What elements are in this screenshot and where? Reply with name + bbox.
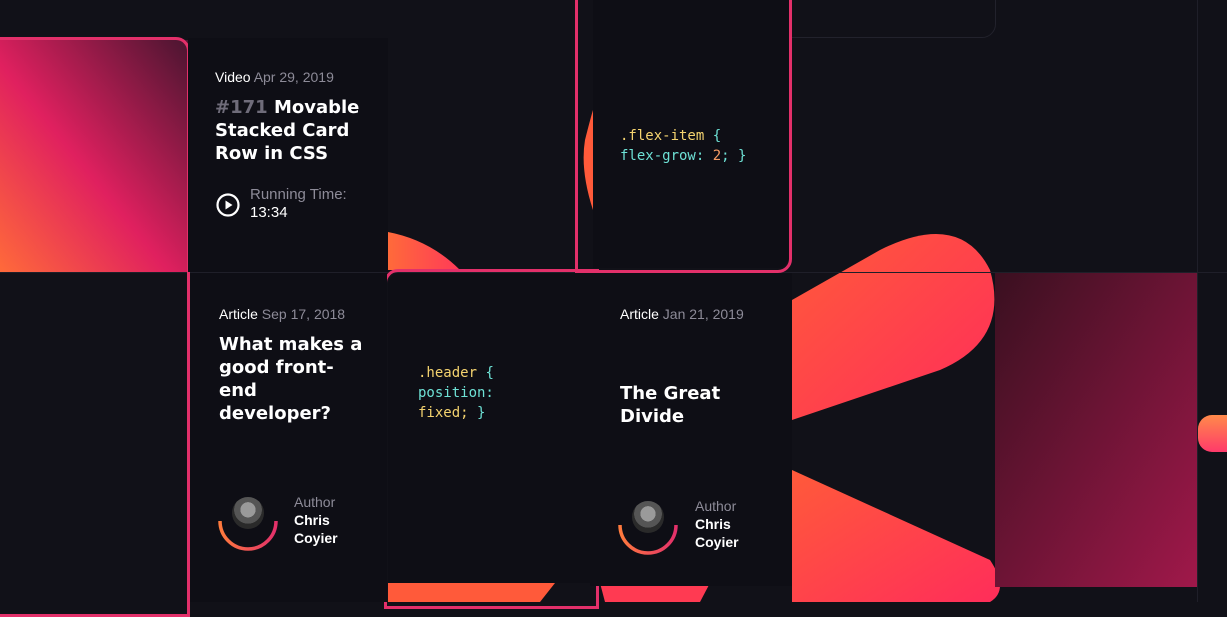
code-value: fixed; (418, 405, 469, 421)
code-brace: ; } (721, 148, 747, 164)
code-card-header: .header { position: fixed; } (388, 273, 590, 583)
code-snippet: .header { position: fixed; } (418, 363, 494, 423)
title-line: Row in CSS (215, 143, 329, 164)
video-meta: Video Apr 29, 2019 (215, 69, 334, 85)
code-brace: { (485, 365, 494, 381)
code-value: 2 (712, 148, 722, 164)
video-number: #171 (215, 97, 268, 118)
card-date: Sep 17, 2018 (261, 306, 346, 322)
article-meta: Article Sep 17, 2018 (219, 306, 345, 322)
code-property: flex-grow: (620, 148, 705, 164)
article-card[interactable]: Article Sep 17, 2018 What makes a good f… (190, 273, 387, 602)
author-avatar[interactable] (618, 495, 678, 555)
title-line: Movable (273, 97, 360, 118)
video-title[interactable]: #171 Movable Stacked Card Row in CSS (215, 96, 385, 165)
play-circle-icon[interactable] (215, 192, 241, 218)
scroll-thumb[interactable] (1198, 415, 1227, 452)
article-meta: Article Jan 21, 2019 (620, 306, 744, 322)
title-line: Stacked Card (215, 120, 350, 141)
running-time-value: 13:34 (250, 204, 288, 221)
author-first-name: Chris (695, 516, 731, 532)
card-kind: Article (219, 306, 258, 322)
title-line: good front- (219, 357, 334, 378)
video-card[interactable]: Video Apr 29, 2019 #171 Movable Stacked … (188, 38, 388, 272)
running-time-label: Running Time: (250, 186, 347, 203)
author-info[interactable]: Author Chris Coyier (695, 497, 739, 551)
article-card[interactable]: Article Jan 21, 2019 The Great Divide Au… (590, 273, 792, 586)
card-kind: Article (620, 306, 659, 322)
avatar (632, 501, 664, 533)
title-line: The Great (620, 383, 721, 404)
code-property: position: (418, 385, 494, 401)
card-date: Jan 21, 2019 (662, 306, 744, 322)
article-title[interactable]: The Great Divide (620, 382, 785, 428)
author-label: Author (294, 494, 336, 510)
title-line: What makes a (219, 334, 363, 355)
grid-divider (1197, 0, 1198, 602)
card-date: Apr 29, 2019 (253, 69, 334, 85)
code-brace: { (712, 128, 722, 144)
author-last-name: Coyier (695, 534, 739, 550)
article-title[interactable]: What makes a good front- end developer? (219, 333, 384, 425)
author-first-name: Chris (294, 512, 330, 528)
running-time: Running Time: 13:34 (250, 186, 347, 222)
author-info[interactable]: Author Chris Coyier (294, 493, 338, 547)
avatar (232, 497, 264, 529)
title-line: Divide (620, 406, 685, 427)
code-snippet: .flex-item { flex-grow: 2; } (620, 126, 746, 166)
title-line: developer? (219, 403, 331, 424)
author-avatar[interactable] (218, 491, 278, 551)
code-selector: .header (418, 365, 478, 381)
code-selector: .flex-item (620, 128, 705, 144)
card-kind: Video (215, 69, 251, 85)
highlight-frame-left (0, 37, 190, 617)
code-brace: } (477, 405, 486, 421)
top-card-edge (790, 0, 996, 38)
title-line: end (219, 380, 257, 401)
code-card-flex: .flex-item { flex-grow: 2; } (593, 0, 789, 268)
author-label: Author (695, 498, 737, 514)
author-last-name: Coyier (294, 530, 338, 546)
